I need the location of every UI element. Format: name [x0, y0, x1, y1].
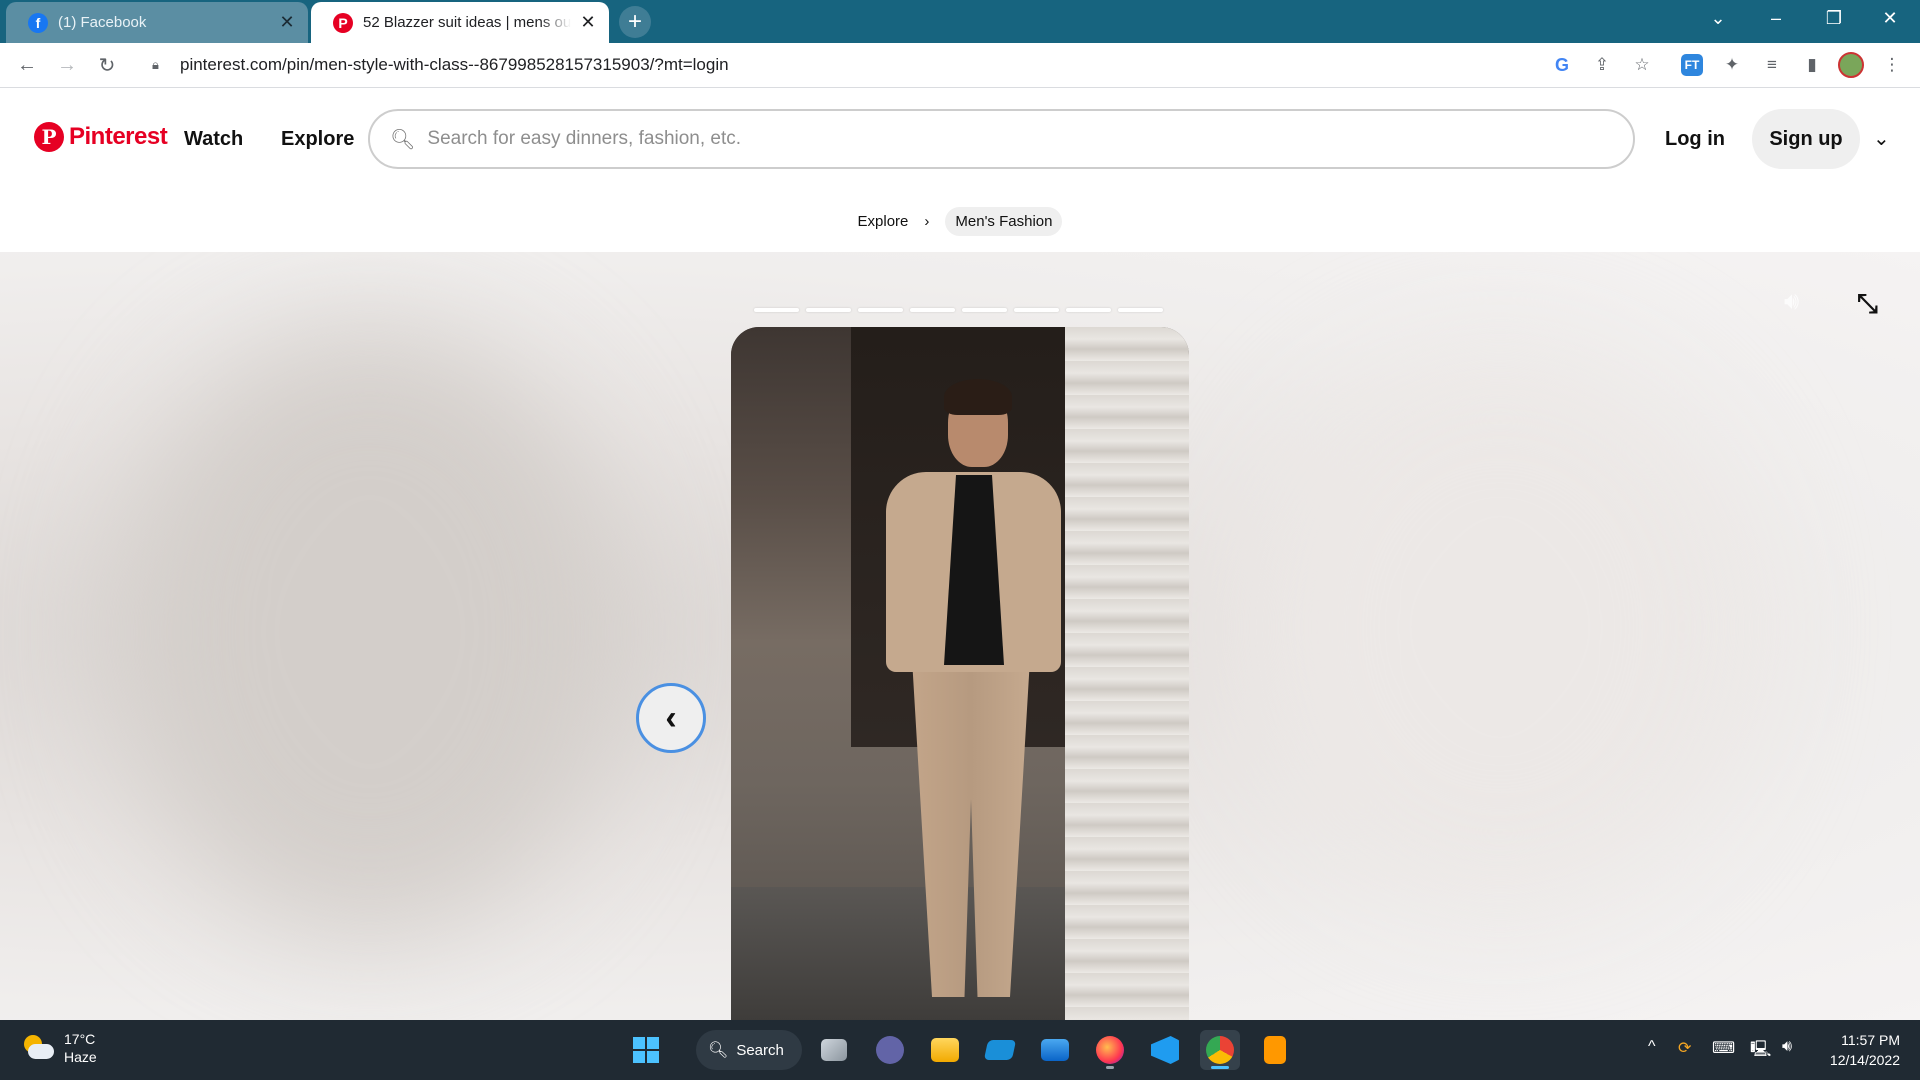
vscode-icon[interactable] [1145, 1030, 1185, 1070]
reading-list-icon[interactable]: ≡ [1758, 51, 1786, 79]
chevron-right-icon: › [924, 212, 930, 230]
taskbar-search-label: Search [736, 1041, 784, 1059]
progress-segment [1066, 308, 1111, 312]
windows-logo-icon [633, 1037, 659, 1063]
minimize-icon[interactable]: – [1748, 0, 1804, 36]
facebook-icon: f [28, 12, 48, 33]
clock-date: 12/14/2022 [1829, 1052, 1900, 1068]
file-explorer-icon[interactable] [925, 1030, 965, 1070]
task-view-icon[interactable] [814, 1030, 854, 1070]
progress-segment [858, 308, 903, 312]
start-button[interactable] [626, 1030, 666, 1070]
store-icon[interactable] [980, 1030, 1020, 1070]
browser-toolbar: ← → ↻ 🔒︎ pinterest.com/pin/men-style-wit… [0, 43, 1920, 88]
weather-condition: Haze [64, 1049, 97, 1065]
nav-explore-link[interactable]: Explore [281, 128, 354, 151]
background-blur [1250, 352, 1750, 902]
tab-search-icon[interactable]: ⌄ [1690, 0, 1746, 36]
tab-title: 52 Blazzer suit ideas | mens outfits [363, 14, 571, 31]
tab-pinterest[interactable]: P 52 Blazzer suit ideas | mens outfits ✕ [311, 2, 609, 43]
google-icon[interactable]: G [1548, 51, 1576, 79]
reload-icon[interactable]: ↻ [91, 49, 123, 81]
bookmark-star-icon[interactable]: ☆ [1628, 51, 1656, 79]
weather-text: 17°C Haze [64, 1030, 97, 1066]
firefox-icon[interactable] [1090, 1030, 1130, 1070]
progress-segment [1014, 308, 1059, 312]
close-icon[interactable]: ✕ [278, 12, 296, 32]
suit-pants [912, 667, 1030, 997]
pinterest-logo[interactable]: P Pinterest [34, 122, 168, 152]
story-progress [754, 308, 1163, 312]
pinterest-icon: P [333, 12, 353, 33]
tray-overflow-icon[interactable]: ^ [1648, 1038, 1656, 1056]
logo-text: Pinterest [69, 123, 168, 150]
profile-avatar[interactable] [1838, 52, 1864, 78]
breadcrumb-mens-fashion[interactable]: Men's Fashion [945, 206, 1063, 236]
breadcrumb-explore[interactable]: Explore [858, 213, 909, 230]
progress-segment [1118, 308, 1163, 312]
photo-stone-wall [1065, 327, 1189, 1020]
tab-facebook[interactable]: f (1) Facebook ✕ [6, 2, 308, 43]
share-icon[interactable]: ⇪ [1588, 51, 1616, 79]
weather-temp: 17°C [64, 1031, 96, 1047]
breadcrumb: Explore › Men's Fashion [0, 206, 1920, 236]
extension-ft-icon[interactable]: FT [1681, 54, 1703, 76]
taskbar-search-button[interactable]: 🔍︎ Search [696, 1030, 802, 1070]
extensions-puzzle-icon[interactable]: ✦ [1718, 51, 1746, 79]
progress-segment [754, 308, 799, 312]
search-icon: 🔍︎ [390, 128, 416, 151]
restore-icon[interactable]: ❐ [1806, 0, 1862, 36]
nav-watch-link[interactable]: Watch [184, 128, 243, 151]
menu-kebab-icon[interactable]: ⋮ [1878, 51, 1906, 79]
volume-icon[interactable]: 🔊︎ [1784, 288, 1799, 316]
side-panel-icon[interactable]: ▮ [1798, 51, 1826, 79]
lock-icon: 🔒︎ [152, 57, 159, 72]
sublime-text-icon[interactable] [1255, 1030, 1295, 1070]
tab-title: (1) Facebook [58, 14, 147, 31]
weather-haze-icon [20, 1033, 54, 1063]
volume-icon[interactable]: 🔊︎ [1782, 1038, 1792, 1056]
windows-taskbar: 17°C Haze 🔍︎ Search ^ ⟳ ⌨ 🖳︎ 🔊︎ 11:57 PM… [0, 1020, 1920, 1080]
background-blur [120, 332, 620, 932]
teams-chat-icon[interactable] [870, 1030, 910, 1070]
search-box[interactable]: 🔍︎ [368, 109, 1635, 169]
network-icon[interactable]: 🖳︎ [1750, 1038, 1771, 1065]
chrome-icon[interactable] [1200, 1030, 1240, 1070]
signup-button[interactable]: Sign up [1752, 109, 1860, 169]
progress-segment [910, 308, 955, 312]
new-tab-button[interactable]: + [619, 6, 651, 38]
sync-icon[interactable]: ⟳ [1678, 1038, 1691, 1058]
progress-segment [962, 308, 1007, 312]
back-icon[interactable]: ← [11, 49, 43, 81]
browser-tabstrip: f (1) Facebook ✕ P 52 Blazzer suit ideas… [0, 0, 1920, 43]
progress-segment [806, 308, 851, 312]
search-icon: 🔍︎ [708, 1042, 729, 1059]
previous-button[interactable]: ‹ [636, 683, 706, 753]
photo-man-in-suit [866, 379, 1081, 1020]
chevron-down-icon[interactable]: ⌄ [1873, 126, 1890, 151]
fullscreen-expand-icon[interactable]: ⤡ [1857, 288, 1878, 320]
close-icon[interactable]: ✕ [579, 12, 597, 32]
pin-image[interactable] [731, 327, 1189, 1020]
hair [944, 379, 1012, 415]
pin-video-stage: 🔊︎ ⤡ ‹ [0, 252, 1920, 1020]
keyboard-icon[interactable]: ⌨ [1712, 1038, 1735, 1058]
clock-time: 11:57 PM [1841, 1032, 1900, 1048]
pinterest-logo-icon: P [34, 122, 64, 152]
login-button[interactable]: Log in [1665, 128, 1725, 151]
mail-icon[interactable] [1035, 1030, 1075, 1070]
pinterest-header: P Pinterest Watch Explore 🔍︎ Log in Sign… [0, 88, 1920, 194]
system-clock[interactable]: 11:57 PM 12/14/2022 [1820, 1030, 1900, 1070]
forward-icon[interactable]: → [51, 49, 83, 81]
search-input[interactable] [427, 128, 1528, 150]
weather-widget[interactable]: 17°C Haze [20, 1030, 97, 1066]
url-text[interactable]: pinterest.com/pin/men-style-with-class--… [180, 55, 729, 75]
window-close-icon[interactable]: ✕ [1862, 0, 1918, 36]
